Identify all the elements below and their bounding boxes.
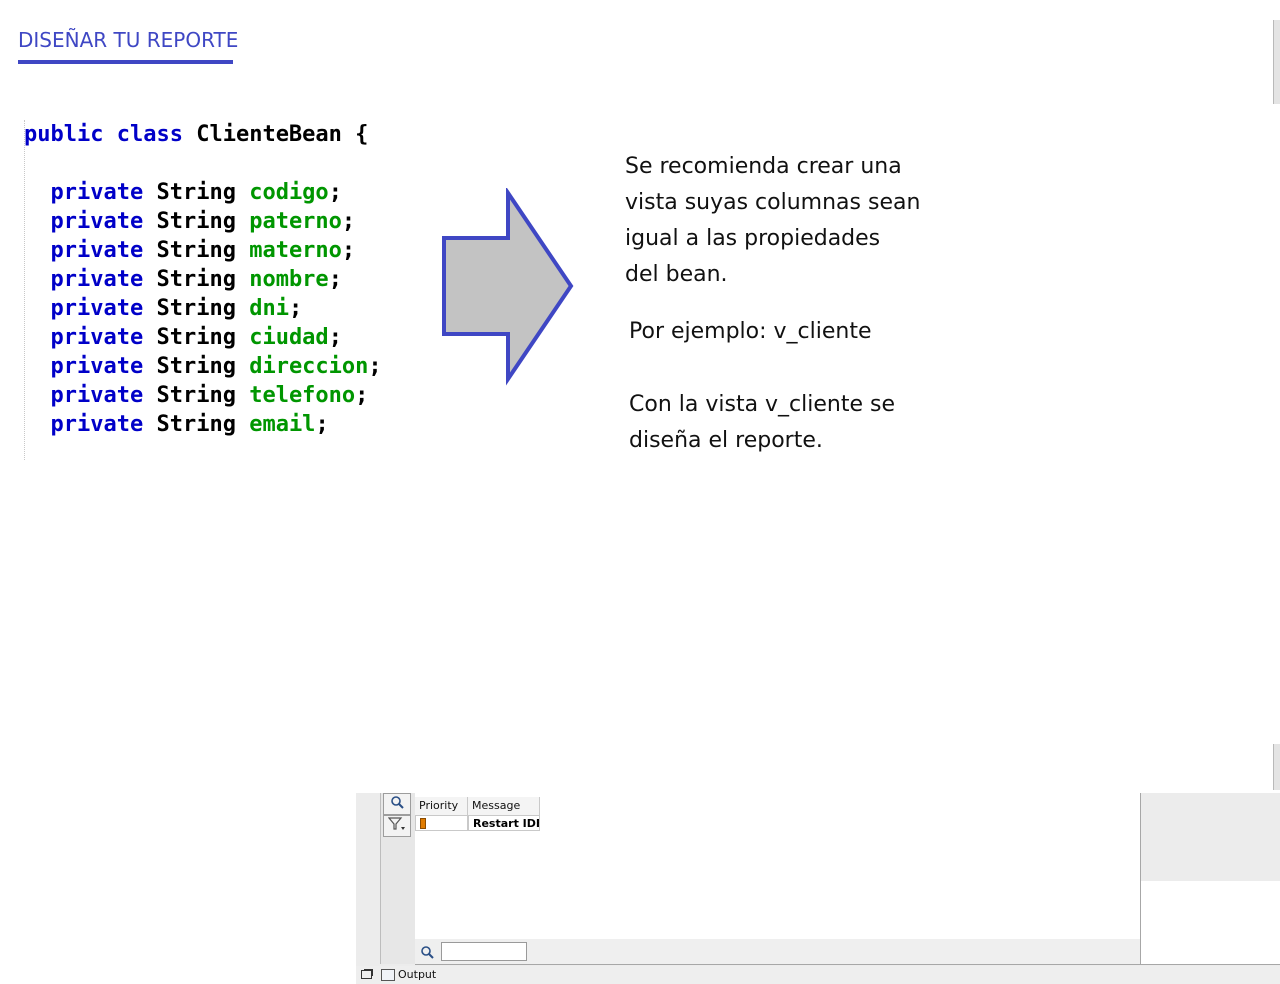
field-name: dni — [249, 296, 289, 321]
field-line: private String materno; — [24, 236, 382, 265]
semicolon: ; — [315, 412, 329, 437]
design-text: Con la vista v_cliente se diseña el repo… — [629, 387, 959, 459]
search-icon — [390, 795, 404, 813]
field-type: String — [156, 412, 236, 437]
restore-window-icon[interactable] — [361, 970, 372, 979]
scrollbar-top[interactable] — [1273, 20, 1280, 104]
field-name: codigo — [249, 180, 329, 205]
class-declaration: public class ClienteBean { — [24, 120, 382, 149]
output-icon — [381, 969, 395, 981]
scrollbar-bottom[interactable] — [1273, 744, 1280, 790]
field-line: private String email; — [24, 410, 382, 439]
field-line: private String dni; — [24, 294, 382, 323]
text-line: Se recomienda crear una — [625, 154, 902, 179]
details-area — [1140, 881, 1280, 965]
field-modifier: private — [50, 180, 144, 205]
field-name: nombre — [249, 267, 329, 292]
keyword-public: public — [24, 122, 104, 147]
field-modifier: private — [50, 238, 144, 263]
recommendation-text: Se recomienda crear una vista suyas colu… — [625, 149, 955, 293]
semicolon: ; — [341, 209, 356, 234]
code-block: public class ClienteBean { private Strin… — [24, 120, 382, 439]
field-line: private String ciudad; — [24, 323, 382, 352]
class-name: ClienteBean — [196, 122, 342, 147]
priority-cell[interactable] — [415, 815, 468, 831]
field-modifier: private — [50, 325, 144, 350]
output-label: Output — [398, 968, 437, 981]
field-type: String — [156, 383, 236, 408]
right-arrow-icon — [442, 188, 574, 386]
field-modifier: private — [50, 354, 144, 379]
field-name: paterno — [249, 209, 342, 234]
open-brace: { — [355, 122, 369, 147]
semicolon: ; — [328, 267, 342, 292]
text-line: del bean. — [625, 262, 728, 287]
semicolon: ; — [355, 383, 369, 408]
field-modifier: private — [50, 209, 144, 234]
status-bar: Output — [356, 966, 1280, 984]
semicolon: ; — [328, 325, 342, 350]
field-modifier: private — [50, 267, 144, 292]
output-tab[interactable]: Output — [381, 966, 436, 984]
ide-notifications-panel: Priority Message Restart IDE t Output — [356, 793, 1280, 984]
tab-underline — [18, 60, 233, 64]
field-type: String — [156, 325, 236, 350]
field-type: String — [156, 180, 236, 205]
text-line: diseña el reporte. — [629, 428, 823, 453]
semicolon: ; — [328, 180, 342, 205]
message-cell[interactable]: Restart IDE t — [468, 815, 540, 831]
filter-icon — [387, 817, 406, 835]
field-name: ciudad — [249, 325, 329, 350]
field-type: String — [156, 238, 236, 263]
panel-toolbar — [380, 793, 416, 964]
column-priority[interactable]: Priority — [415, 797, 468, 815]
text-line: Con la vista v_cliente se — [629, 392, 896, 417]
keyword-class: class — [116, 122, 183, 147]
field-type: String — [156, 354, 236, 379]
field-name: materno — [249, 238, 342, 263]
page-title: DISEÑAR TU REPORTE — [18, 28, 239, 52]
field-name: email — [249, 412, 316, 437]
field-line: private String codigo; — [24, 178, 382, 207]
semicolon: ; — [368, 354, 382, 379]
text-line: igual a las propiedades — [625, 226, 881, 251]
semicolon: ; — [341, 238, 356, 263]
field-name: direccion — [249, 354, 369, 379]
notifications-table: Priority Message Restart IDE t — [415, 793, 1141, 940]
field-name: telefono — [249, 383, 356, 408]
search-row — [415, 939, 1140, 965]
priority-icon — [420, 818, 426, 829]
search-icon — [420, 944, 434, 963]
field-line: private String direccion; — [24, 352, 382, 381]
example-text: Por ejemplo: v_cliente — [629, 319, 872, 344]
search-input[interactable] — [441, 942, 527, 961]
column-message[interactable]: Message — [468, 797, 540, 815]
field-type: String — [156, 296, 236, 321]
field-modifier: private — [50, 383, 144, 408]
field-modifier: private — [50, 296, 144, 321]
field-type: String — [156, 267, 236, 292]
field-line: private String telefono; — [24, 381, 382, 410]
field-modifier: private — [50, 412, 144, 437]
field-line: private String nombre; — [24, 265, 382, 294]
semicolon: ; — [288, 296, 303, 321]
text-line: vista suyas columnas sean — [625, 190, 921, 215]
filter-button[interactable] — [383, 815, 411, 837]
field-line: private String paterno; — [24, 207, 382, 236]
field-type: String — [156, 209, 236, 234]
search-button[interactable] — [383, 793, 411, 815]
